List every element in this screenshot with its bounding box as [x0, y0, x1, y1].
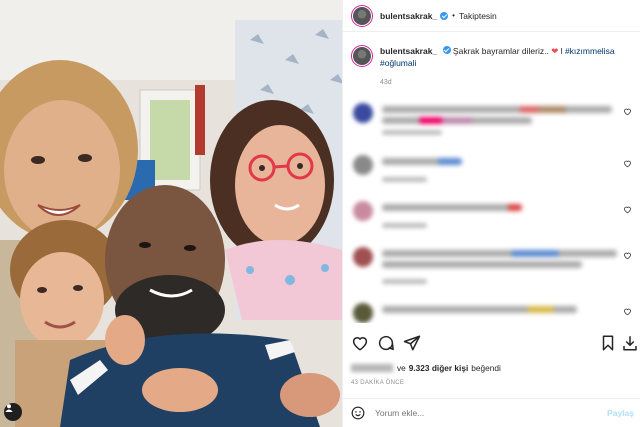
caption-body-after: l [560, 46, 563, 56]
likes-count[interactable]: 9.323 diğer kişi [409, 363, 469, 373]
comment-avatar[interactable] [353, 247, 373, 267]
comments-list[interactable]: bulentsakrak_ Şakrak bayramlar dileriz..… [343, 33, 640, 323]
heart-icon[interactable] [351, 334, 369, 352]
comment-item [351, 201, 632, 241]
caption-text: bulentsakrak_ Şakrak bayramlar dileriz..… [380, 45, 630, 69]
heart-icon[interactable] [623, 251, 632, 260]
post-photo[interactable] [0, 0, 342, 427]
heart-icon[interactable] [623, 159, 632, 168]
separator-dot: • [452, 11, 455, 20]
comment-icon[interactable] [377, 334, 395, 352]
heart-icon[interactable] [623, 107, 632, 116]
hashtag-link[interactable]: #oğlumali [380, 58, 416, 68]
comment-text-redacted [382, 306, 577, 313]
download-icon[interactable] [621, 334, 639, 352]
post-timestamp[interactable]: 43 DAKİKA ÖNCE [351, 380, 404, 386]
comment-text-redacted [382, 250, 617, 257]
caption-heart-emoji: ❤ [551, 46, 559, 56]
verified-badge-icon [442, 46, 451, 54]
post-caption: bulentsakrak_ Şakrak bayramlar dileriz..… [343, 33, 640, 69]
comment-text-redacted [382, 204, 522, 211]
family-selfie-image [0, 0, 342, 427]
comment-text-redacted [382, 158, 462, 165]
heart-icon[interactable] [623, 307, 632, 316]
comment-avatar[interactable] [353, 103, 373, 123]
comment-item [351, 103, 632, 143]
bookmark-icon[interactable] [599, 334, 617, 352]
share-icon[interactable] [403, 334, 421, 352]
comment-meta-redacted [382, 177, 427, 182]
follow-status-button[interactable]: Takiptesin [459, 11, 497, 21]
author-username[interactable]: bulentsakrak_ [380, 11, 437, 21]
comment-avatar[interactable] [353, 303, 373, 323]
user-tag-icon[interactable] [4, 403, 22, 421]
comment-input[interactable] [375, 408, 575, 418]
instagram-post: bulentsakrak_ • Takiptesin bulentsakrak_… [0, 0, 640, 427]
comment-avatar[interactable] [353, 155, 373, 175]
post-actions-bar [351, 334, 637, 354]
comment-meta-redacted [382, 223, 427, 228]
caption-body: Şakrak bayramlar dileriz.. [452, 46, 549, 56]
post-comment-button[interactable]: Paylaş [607, 408, 634, 418]
caption-timestamp: 43d [380, 79, 392, 86]
likes-connector: ve [397, 363, 406, 373]
comment-item [351, 155, 632, 195]
comment-meta-redacted [382, 130, 442, 135]
caption-avatar[interactable] [351, 45, 373, 67]
comment-text-redacted [382, 117, 532, 124]
caption-username[interactable]: bulentsakrak_ [380, 46, 437, 56]
comment-item [351, 303, 632, 323]
hashtag-link[interactable]: #kızımmelisa [565, 46, 615, 56]
likes-suffix: beğendi [471, 363, 501, 373]
emoji-icon[interactable] [351, 406, 365, 420]
comment-text-redacted [382, 106, 612, 113]
verified-badge-icon [440, 11, 449, 20]
liker-name-redacted [351, 364, 393, 372]
post-header: bulentsakrak_ • Takiptesin [343, 0, 640, 32]
comment-item [351, 247, 632, 287]
heart-icon[interactable] [623, 205, 632, 214]
post-side-panel: bulentsakrak_ • Takiptesin bulentsakrak_… [342, 0, 640, 427]
comment-avatar[interactable] [353, 201, 373, 221]
comment-meta-redacted [382, 279, 427, 284]
comment-text-redacted [382, 261, 582, 268]
author-avatar[interactable] [351, 4, 373, 27]
comment-composer: Paylaş [343, 398, 640, 427]
likes-summary[interactable]: ve 9.323 diğer kişi beğendi [351, 363, 501, 373]
